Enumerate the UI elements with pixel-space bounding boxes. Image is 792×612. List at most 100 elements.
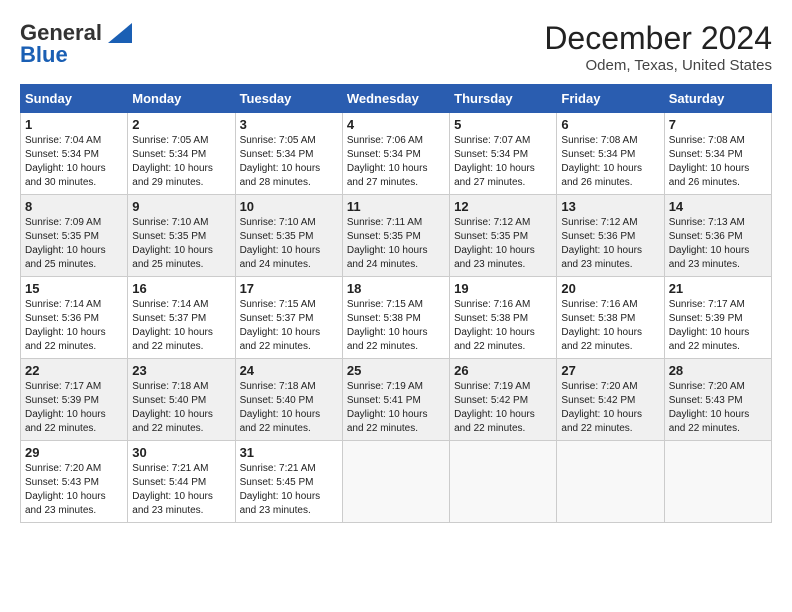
header-day-sunday: Sunday xyxy=(21,85,128,113)
cell-content: Sunrise: 7:20 AMSunset: 5:43 PMDaylight:… xyxy=(669,380,767,436)
header-day-wednesday: Wednesday xyxy=(342,85,449,113)
day-number: 6 xyxy=(561,117,659,132)
cell-content: Sunrise: 7:14 AMSunset: 5:37 PMDaylight:… xyxy=(132,298,230,354)
header-day-tuesday: Tuesday xyxy=(235,85,342,113)
day-number: 2 xyxy=(132,117,230,132)
header: General Blue December 2024 Odem, Texas, … xyxy=(20,20,772,74)
calendar-header-row: SundayMondayTuesdayWednesdayThursdayFrid… xyxy=(21,85,772,113)
day-number: 24 xyxy=(240,363,338,378)
calendar-cell: 9Sunrise: 7:10 AMSunset: 5:35 PMDaylight… xyxy=(128,195,235,277)
day-number: 14 xyxy=(669,199,767,214)
day-number: 15 xyxy=(25,281,123,296)
day-number: 7 xyxy=(669,117,767,132)
day-number: 12 xyxy=(454,199,552,214)
cell-content: Sunrise: 7:09 AMSunset: 5:35 PMDaylight:… xyxy=(25,216,123,272)
day-number: 27 xyxy=(561,363,659,378)
day-number: 11 xyxy=(347,199,445,214)
calendar-cell: 2 Sunrise: 7:05 AMSunset: 5:34 PMDaylight… xyxy=(128,113,235,195)
calendar-cell: 26 Sunrise: 7:19 AMSunset: 5:42 PMDayligh… xyxy=(450,359,557,441)
day-number: 10 xyxy=(240,199,338,214)
day-number: 16 xyxy=(132,281,230,296)
cell-content: Sunrise: 7:17 AMSunset: 5:39 PMDaylight:… xyxy=(25,380,123,436)
cell-content: Sunrise: 7:08 AMSunset: 5:34 PMDaylight:… xyxy=(561,134,659,190)
cell-content: Sunrise: 7:16 AMSunset: 5:38 PMDaylight:… xyxy=(454,298,552,354)
calendar-week-row: 15 Sunrise: 7:14 AMSunset: 5:36 PMDayligh… xyxy=(21,277,772,359)
calendar-week-row: 29 Sunrise: 7:20 AMSunset: 5:43 PMDayligh… xyxy=(21,441,772,523)
cell-content: Sunrise: 7:16 AMSunset: 5:38 PMDaylight:… xyxy=(561,298,659,354)
calendar-cell: 7 Sunrise: 7:08 AMSunset: 5:34 PMDaylight… xyxy=(664,113,771,195)
calendar-week-row: 8 Sunrise: 7:09 AMSunset: 5:35 PMDaylight… xyxy=(21,195,772,277)
calendar-cell: 5Sunrise: 7:07 AMSunset: 5:34 PMDaylight… xyxy=(450,113,557,195)
calendar-table: SundayMondayTuesdayWednesdayThursdayFrid… xyxy=(20,84,772,523)
day-number: 5 xyxy=(454,117,552,132)
calendar-cell: 24 Sunrise: 7:18 AMSunset: 5:40 PMDayligh… xyxy=(235,359,342,441)
calendar-cell xyxy=(342,441,449,523)
day-number: 21 xyxy=(669,281,767,296)
cell-content: Sunrise: 7:20 AMSunset: 5:43 PMDaylight:… xyxy=(25,462,123,518)
day-number: 3 xyxy=(240,117,338,132)
cell-content: Sunrise: 7:11 AMSunset: 5:35 PMDaylight:… xyxy=(347,216,445,272)
location: Odem, Texas, United States xyxy=(544,57,772,74)
cell-content: Sunrise: 7:05 AMSunset: 5:34 PMDaylight:… xyxy=(132,134,230,190)
day-number: 1 xyxy=(25,117,123,132)
calendar-week-row: 22Sunrise: 7:17 AMSunset: 5:39 PMDayligh… xyxy=(21,359,772,441)
calendar-cell: 3 Sunrise: 7:05 AMSunset: 5:34 PMDaylight… xyxy=(235,113,342,195)
calendar-week-row: 1Sunrise: 7:04 AMSunset: 5:34 PMDaylight… xyxy=(21,113,772,195)
cell-content: Sunrise: 7:05 AMSunset: 5:34 PMDaylight:… xyxy=(240,134,338,190)
calendar-cell: 10 Sunrise: 7:10 AMSunset: 5:35 PMDayligh… xyxy=(235,195,342,277)
calendar-cell: 31 Sunrise: 7:21 AMSunset: 5:45 PMDayligh… xyxy=(235,441,342,523)
header-day-friday: Friday xyxy=(557,85,664,113)
calendar-cell xyxy=(664,441,771,523)
cell-content: Sunrise: 7:14 AMSunset: 5:36 PMDaylight:… xyxy=(25,298,123,354)
calendar-cell: 11 Sunrise: 7:11 AMSunset: 5:35 PMDayligh… xyxy=(342,195,449,277)
cell-content: Sunrise: 7:17 AMSunset: 5:39 PMDaylight:… xyxy=(669,298,767,354)
day-number: 25 xyxy=(347,363,445,378)
day-number: 8 xyxy=(25,199,123,214)
day-number: 29 xyxy=(25,445,123,460)
cell-content: Sunrise: 7:15 AMSunset: 5:38 PMDaylight:… xyxy=(347,298,445,354)
month-title: December 2024 xyxy=(544,20,772,57)
calendar-cell: 1Sunrise: 7:04 AMSunset: 5:34 PMDaylight… xyxy=(21,113,128,195)
header-day-monday: Monday xyxy=(128,85,235,113)
calendar-cell: 16 Sunrise: 7:14 AMSunset: 5:37 PMDayligh… xyxy=(128,277,235,359)
cell-content: Sunrise: 7:12 AMSunset: 5:36 PMDaylight:… xyxy=(561,216,659,272)
calendar-cell: 15 Sunrise: 7:14 AMSunset: 5:36 PMDayligh… xyxy=(21,277,128,359)
day-number: 4 xyxy=(347,117,445,132)
calendar-cell: 17Sunrise: 7:15 AMSunset: 5:37 PMDayligh… xyxy=(235,277,342,359)
header-day-saturday: Saturday xyxy=(664,85,771,113)
calendar-cell: 27 Sunrise: 7:20 AMSunset: 5:42 PMDayligh… xyxy=(557,359,664,441)
calendar-cell: 22Sunrise: 7:17 AMSunset: 5:39 PMDayligh… xyxy=(21,359,128,441)
day-number: 18 xyxy=(347,281,445,296)
cell-content: Sunrise: 7:10 AMSunset: 5:35 PMDaylight:… xyxy=(240,216,338,272)
calendar-cell: 18 Sunrise: 7:15 AMSunset: 5:38 PMDayligh… xyxy=(342,277,449,359)
calendar-cell: 21 Sunrise: 7:17 AMSunset: 5:39 PMDayligh… xyxy=(664,277,771,359)
cell-content: Sunrise: 7:08 AMSunset: 5:34 PMDaylight:… xyxy=(669,134,767,190)
day-number: 26 xyxy=(454,363,552,378)
day-number: 20 xyxy=(561,281,659,296)
calendar-cell: 12Sunrise: 7:12 AMSunset: 5:35 PMDayligh… xyxy=(450,195,557,277)
cell-content: Sunrise: 7:18 AMSunset: 5:40 PMDaylight:… xyxy=(240,380,338,436)
calendar-cell: 20 Sunrise: 7:16 AMSunset: 5:38 PMDayligh… xyxy=(557,277,664,359)
calendar-cell: 25 Sunrise: 7:19 AMSunset: 5:41 PMDayligh… xyxy=(342,359,449,441)
calendar-cell: 13Sunrise: 7:12 AMSunset: 5:36 PMDayligh… xyxy=(557,195,664,277)
day-number: 31 xyxy=(240,445,338,460)
calendar-cell: 29 Sunrise: 7:20 AMSunset: 5:43 PMDayligh… xyxy=(21,441,128,523)
logo-blue: Blue xyxy=(20,42,68,68)
day-number: 17 xyxy=(240,281,338,296)
calendar-cell: 8 Sunrise: 7:09 AMSunset: 5:35 PMDaylight… xyxy=(21,195,128,277)
logo-icon xyxy=(104,23,132,43)
calendar-cell: 6 Sunrise: 7:08 AMSunset: 5:34 PMDaylight… xyxy=(557,113,664,195)
cell-content: Sunrise: 7:20 AMSunset: 5:42 PMDaylight:… xyxy=(561,380,659,436)
cell-content: Sunrise: 7:19 AMSunset: 5:41 PMDaylight:… xyxy=(347,380,445,436)
calendar-cell: 19Sunrise: 7:16 AMSunset: 5:38 PMDayligh… xyxy=(450,277,557,359)
calendar-cell: 23Sunrise: 7:18 AMSunset: 5:40 PMDayligh… xyxy=(128,359,235,441)
day-number: 23 xyxy=(132,363,230,378)
day-number: 28 xyxy=(669,363,767,378)
header-day-thursday: Thursday xyxy=(450,85,557,113)
calendar-cell: 28 Sunrise: 7:20 AMSunset: 5:43 PMDayligh… xyxy=(664,359,771,441)
cell-content: Sunrise: 7:21 AMSunset: 5:45 PMDaylight:… xyxy=(240,462,338,518)
cell-content: Sunrise: 7:06 AMSunset: 5:34 PMDaylight:… xyxy=(347,134,445,190)
cell-content: Sunrise: 7:19 AMSunset: 5:42 PMDaylight:… xyxy=(454,380,552,436)
calendar-cell: 4 Sunrise: 7:06 AMSunset: 5:34 PMDaylight… xyxy=(342,113,449,195)
day-number: 9 xyxy=(132,199,230,214)
